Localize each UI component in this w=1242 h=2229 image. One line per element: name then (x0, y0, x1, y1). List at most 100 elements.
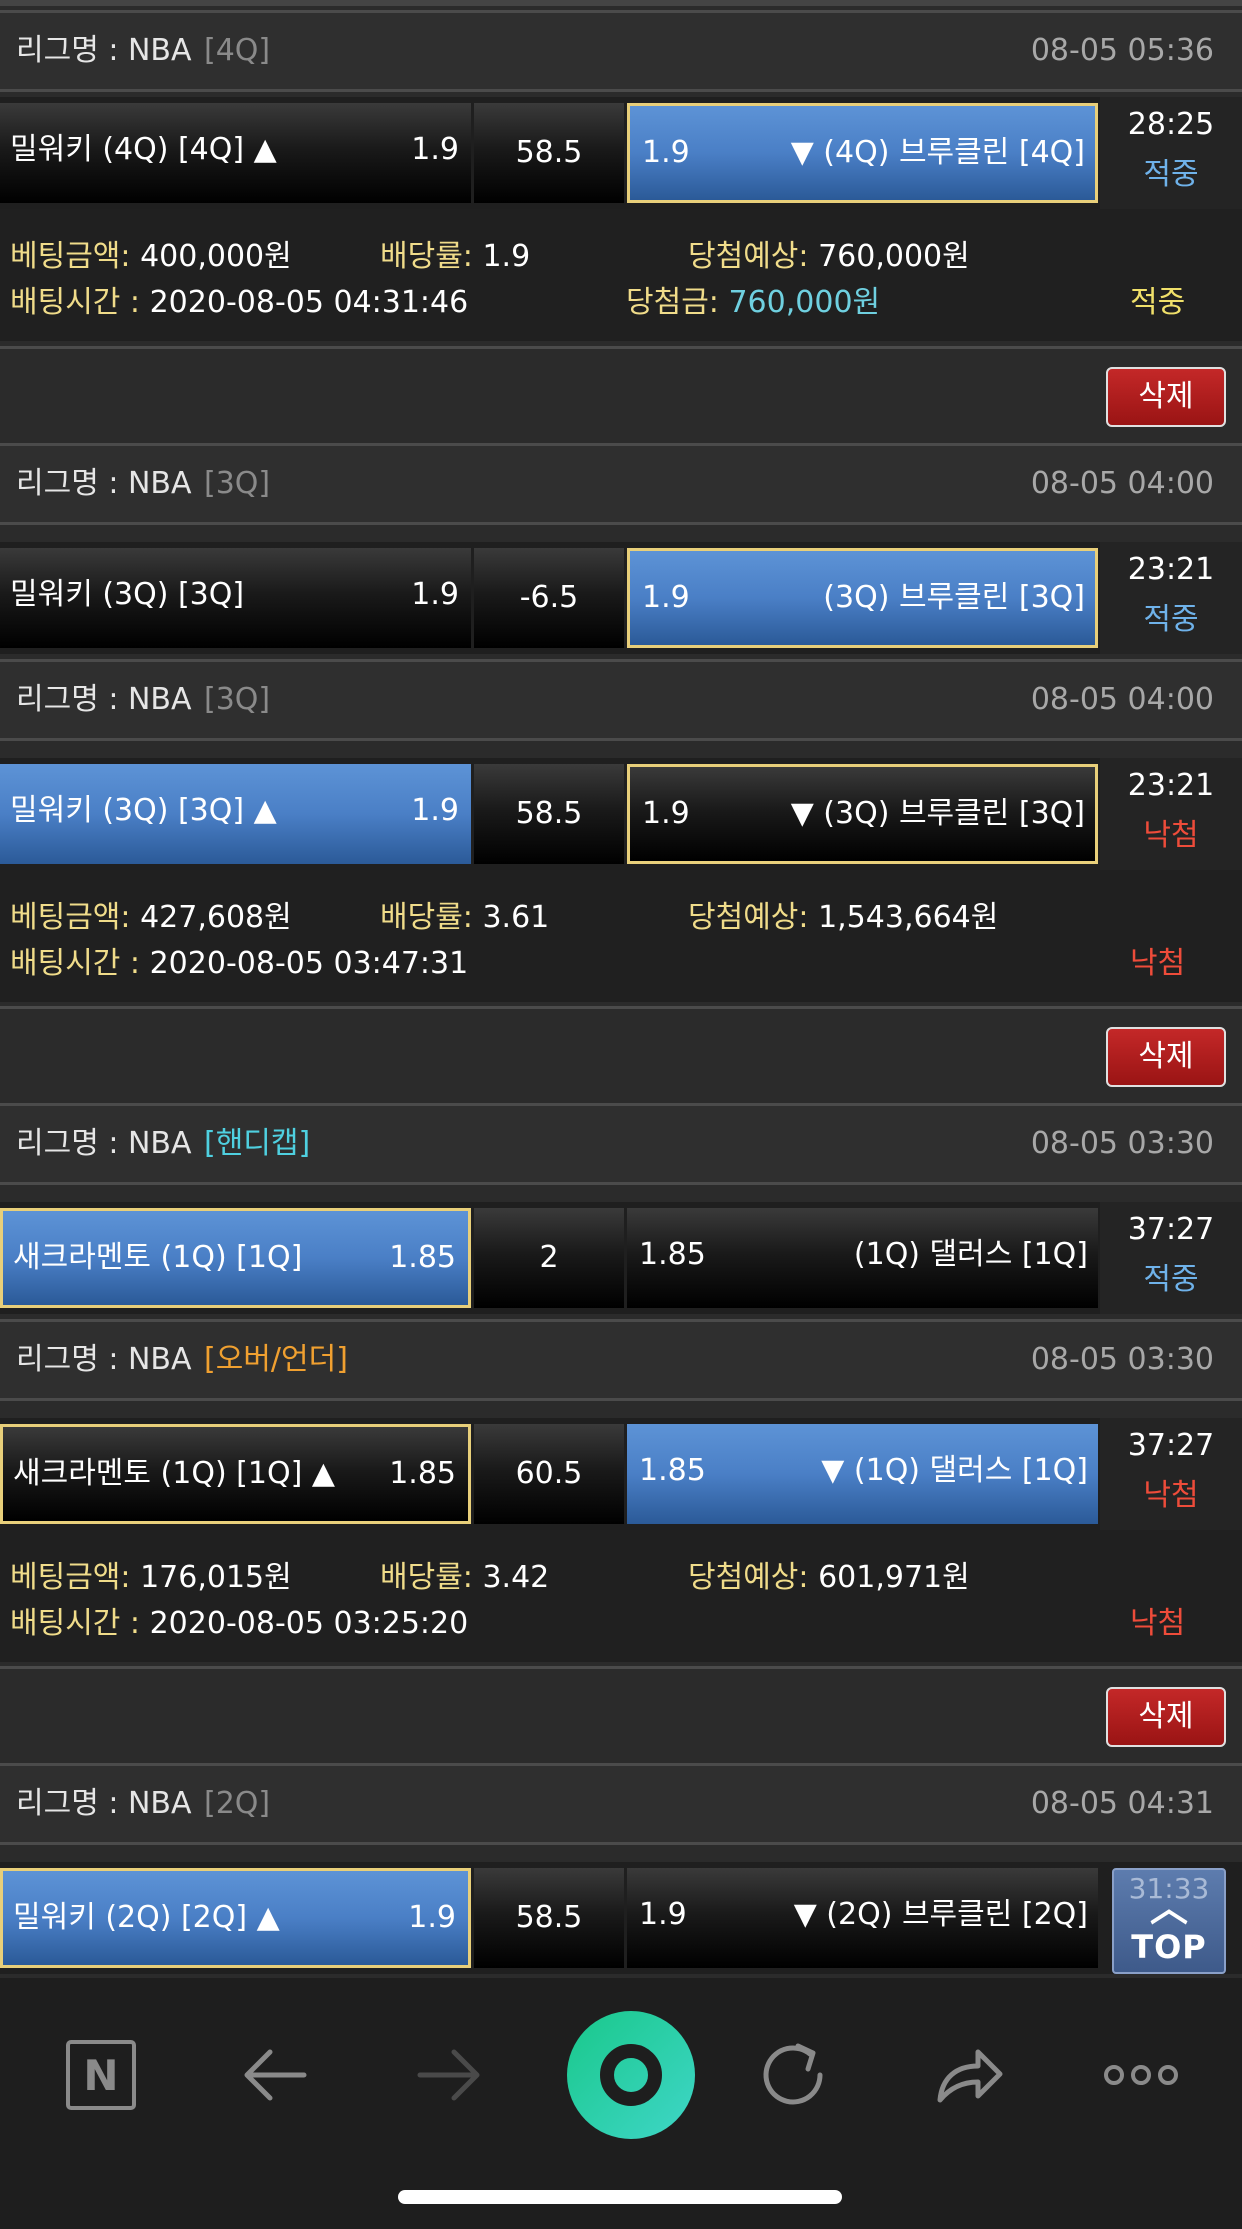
away-team-label: ▼ (4Q) 브루클린 [4Q] (790, 135, 1085, 170)
line-value: 60.5 (515, 1456, 583, 1491)
bet-row: 밀워키 (3Q) [3Q] ▲ 1.9 58.5 1.9 ▼ (3Q) 브루클린… (0, 758, 1242, 870)
game-status: 23:21 적중 (1100, 542, 1242, 654)
line-cell: 60.5 (474, 1424, 624, 1524)
odds-value: 1.9 (482, 239, 531, 274)
league-header: 리그명 : NBA [핸디캡] 08-05 03:30 (0, 1103, 1242, 1185)
bet-time-label: 배팅시간 : (10, 946, 141, 981)
delete-row: 삭제 (0, 1666, 1242, 1760)
league-header: 리그명 : NBA [오버/언더] 08-05 03:30 (0, 1319, 1242, 1401)
chevron-up-icon: ︿ (1149, 1886, 1188, 1930)
away-odd: 1.9 (639, 1897, 687, 1932)
home-team-cell[interactable]: 새크라멘토 (1Q) [1Q] 1.85 (0, 1208, 471, 1308)
odds-label: 배당률: (380, 1560, 473, 1595)
away-team-cell[interactable]: 1.9 ▼ (2Q) 브루클린 [2Q] (627, 1868, 1098, 1968)
bet-time-value: 2020-08-05 04:31:46 (149, 285, 469, 320)
home-ring-icon[interactable] (566, 2010, 696, 2140)
home-team-cell[interactable]: 밀워키 (2Q) [2Q] ▲ 1.9 (0, 1868, 471, 1968)
bet-row: 밀워키 (4Q) [4Q] ▲ 1.9 58.5 1.9 ▼ (4Q) 브루클린… (0, 97, 1242, 209)
bet-time-label: 배팅시간 : (10, 1606, 141, 1641)
slip-result: 낙첨 (1130, 1606, 1186, 1641)
more-dots-icon[interactable] (1086, 2020, 1196, 2130)
home-odd: 1.9 (411, 793, 459, 828)
bet-time-value: 2020-08-05 03:47:31 (149, 946, 469, 981)
expected-value: 760,000원 (818, 239, 970, 274)
result-badge: 적중 (1143, 157, 1199, 192)
away-odd: 1.85 (639, 1237, 706, 1272)
league-name: 리그명 : NBA (16, 682, 192, 717)
line-value: -6.5 (519, 580, 579, 615)
line-cell: 58.5 (474, 103, 624, 203)
bet-amount-value: 427,608원 (140, 900, 292, 935)
league-date: 08-05 04:00 (1030, 466, 1214, 501)
away-team-cell[interactable]: 1.85 ▼ (1Q) 댈러스 [1Q] (627, 1424, 1098, 1524)
scroll-top-button[interactable]: 31:33 ︿ TOP (1112, 1868, 1226, 1974)
back-arrow-icon[interactable] (220, 2020, 330, 2130)
naver-n-icon[interactable]: N (46, 2020, 156, 2130)
league-name: 리그명 : NBA (16, 33, 192, 68)
home-team-cell[interactable]: 밀워키 (4Q) [4Q] ▲ 1.9 (0, 103, 471, 203)
delete-row: 삭제 (0, 1006, 1242, 1100)
top-label: TOP (1131, 1928, 1207, 1966)
bet-row: 밀워키 (3Q) [3Q] 1.9 -6.5 1.9 (3Q) 브루클린 [3Q… (0, 542, 1242, 654)
home-team-label: 밀워키 (3Q) [3Q] ▲ (10, 793, 277, 828)
away-team-cell[interactable]: 1.9 ▼ (3Q) 브루클린 [3Q] (627, 764, 1098, 864)
home-team-cell[interactable]: 새크라멘토 (1Q) [1Q] ▲ 1.85 (0, 1424, 471, 1524)
league-tag: [오버/언더] (204, 1342, 348, 1377)
league-tag: [3Q] (204, 466, 271, 501)
slip-result: 적중 (1130, 285, 1186, 320)
delete-button[interactable]: 삭제 (1106, 1687, 1226, 1747)
delete-button[interactable]: 삭제 (1106, 367, 1226, 427)
bet-row: 새크라멘토 (1Q) [1Q] ▲ 1.85 60.5 1.85 ▼ (1Q) … (0, 1418, 1242, 1530)
top-divider (0, 0, 1242, 6)
home-indicator[interactable] (398, 2190, 842, 2204)
bet-slip-info: 베팅금액: 427,608원 배당률: 3.61 당첨예상: 1,543,664… (0, 870, 1242, 1002)
league-date: 08-05 04:31 (1030, 1786, 1214, 1821)
league-name: 리그명 : NBA (16, 1342, 192, 1377)
expected-label: 당첨예상: (688, 239, 809, 274)
away-odd: 1.85 (639, 1453, 706, 1488)
home-team-cell[interactable]: 밀워키 (3Q) [3Q] ▲ 1.9 (0, 764, 471, 864)
league-name: 리그명 : NBA (16, 1786, 192, 1821)
away-team-cell[interactable]: 1.85 (1Q) 댈러스 [1Q] (627, 1208, 1098, 1308)
league-name: 리그명 : NBA (16, 466, 192, 501)
line-value: 58.5 (515, 135, 583, 170)
game-status: 28:25 적중 (1100, 97, 1242, 209)
bet-slip-info: 베팅금액: 400,000원 배당률: 1.9 당첨예상: 760,000원 배… (0, 209, 1242, 341)
league-tag: [3Q] (204, 682, 271, 717)
away-odd: 1.9 (642, 580, 690, 615)
home-team-cell[interactable]: 밀워키 (3Q) [3Q] 1.9 (0, 548, 471, 648)
home-team-label: 밀워키 (4Q) [4Q] ▲ (10, 132, 277, 167)
line-value: 58.5 (515, 1900, 583, 1935)
home-odd: 1.9 (408, 1900, 456, 1935)
odds-label: 배당률: (380, 239, 473, 274)
expected-label: 당첨예상: (688, 900, 809, 935)
delete-button[interactable]: 삭제 (1106, 1027, 1226, 1087)
league-tag: [2Q] (204, 1786, 271, 1821)
away-team-cell[interactable]: 1.9 ▼ (4Q) 브루클린 [4Q] (627, 103, 1098, 203)
away-team-label: ▼ (1Q) 댈러스 [1Q] (821, 1453, 1088, 1488)
league-date: 08-05 03:30 (1030, 1126, 1214, 1161)
league-date: 08-05 03:30 (1030, 1342, 1214, 1377)
expected-value: 601,971원 (818, 1560, 970, 1595)
away-team-label: ▼ (2Q) 브루클린 [2Q] (793, 1897, 1088, 1932)
refresh-icon[interactable] (738, 2020, 848, 2130)
result-badge: 낙첨 (1143, 1478, 1199, 1513)
bet-amount-value: 400,000원 (140, 239, 292, 274)
league-header: 리그명 : NBA [3Q] 08-05 04:00 (0, 659, 1242, 741)
away-team-label: (3Q) 브루클린 [3Q] (823, 580, 1085, 615)
game-time: 37:27 (1127, 1212, 1215, 1247)
line-cell: 58.5 (474, 764, 624, 864)
bet-row: 새크라멘토 (1Q) [1Q] 1.85 2 1.85 (1Q) 댈러스 [1Q… (0, 1202, 1242, 1314)
game-time: 28:25 (1127, 107, 1215, 142)
result-badge: 적중 (1143, 1262, 1199, 1297)
bet-amount-value: 176,015원 (140, 1560, 292, 1595)
home-team-label: 새크라멘토 (1Q) [1Q] (13, 1240, 303, 1275)
away-team-label: (1Q) 댈러스 [1Q] (853, 1237, 1088, 1272)
share-icon[interactable] (912, 2020, 1022, 2130)
league-tag: [4Q] (204, 33, 271, 68)
forward-arrow-icon[interactable] (394, 2020, 504, 2130)
home-odd: 1.9 (411, 132, 459, 167)
away-odd: 1.9 (642, 135, 690, 170)
away-team-cell[interactable]: 1.9 (3Q) 브루클린 [3Q] (627, 548, 1098, 648)
game-status: 37:27 낙첨 (1100, 1418, 1242, 1530)
